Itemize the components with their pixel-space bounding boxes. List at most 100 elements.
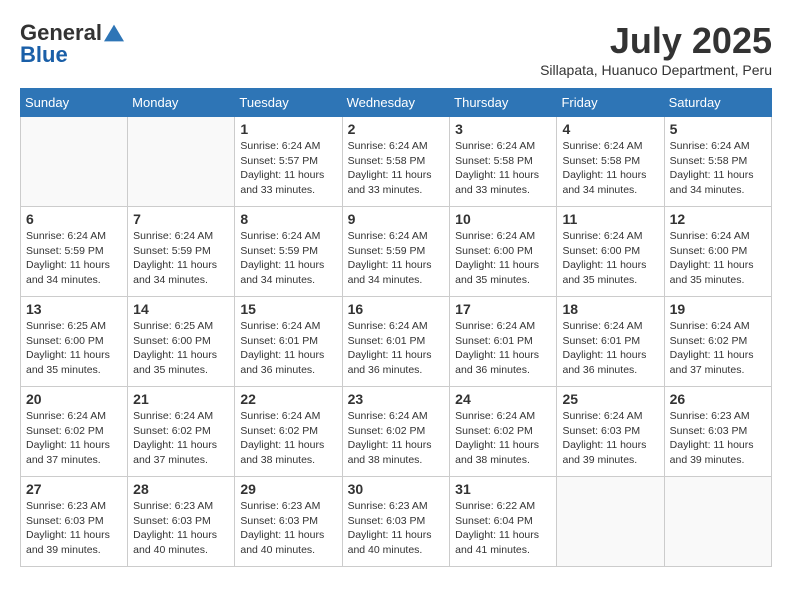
day-info: Sunrise: 6:24 AM Sunset: 5:59 PM Dayligh… <box>133 229 229 288</box>
day-info: Sunrise: 6:24 AM Sunset: 5:58 PM Dayligh… <box>455 139 551 198</box>
calendar-cell: 19 Sunrise: 6:24 AM Sunset: 6:02 PM Dayli… <box>664 297 771 387</box>
calendar-cell: 3 Sunrise: 6:24 AM Sunset: 5:58 PM Daylig… <box>450 117 557 207</box>
day-number: 1 <box>240 121 336 137</box>
day-info: Sunrise: 6:23 AM Sunset: 6:03 PM Dayligh… <box>348 499 445 558</box>
day-number: 21 <box>133 391 229 407</box>
day-info: Sunrise: 6:24 AM Sunset: 6:01 PM Dayligh… <box>348 319 445 378</box>
day-number: 3 <box>455 121 551 137</box>
calendar-week-1: 1 Sunrise: 6:24 AM Sunset: 5:57 PM Daylig… <box>21 117 772 207</box>
calendar-week-4: 20Sunrise: 6:24 AM Sunset: 6:02 PM Dayli… <box>21 387 772 477</box>
day-number: 17 <box>455 301 551 317</box>
day-info: Sunrise: 6:24 AM Sunset: 5:58 PM Dayligh… <box>562 139 658 198</box>
calendar-header-monday: Monday <box>128 89 235 117</box>
day-number: 25 <box>562 391 658 407</box>
day-info: Sunrise: 6:25 AM Sunset: 6:00 PM Dayligh… <box>133 319 229 378</box>
day-info: Sunrise: 6:24 AM Sunset: 6:03 PM Dayligh… <box>562 409 658 468</box>
calendar-cell: 25 Sunrise: 6:24 AM Sunset: 6:03 PM Dayli… <box>557 387 664 477</box>
day-number: 27 <box>26 481 122 497</box>
calendar-cell <box>128 117 235 207</box>
calendar-table: SundayMondayTuesdayWednesdayThursdayFrid… <box>20 88 772 567</box>
month-title: July 2025 <box>540 20 772 62</box>
title-section: July 2025 Sillapata, Huanuco Department,… <box>540 20 772 78</box>
day-number: 19 <box>670 301 766 317</box>
day-info: Sunrise: 6:24 AM Sunset: 5:57 PM Dayligh… <box>240 139 336 198</box>
calendar-header-row: SundayMondayTuesdayWednesdayThursdayFrid… <box>21 89 772 117</box>
day-number: 24 <box>455 391 551 407</box>
calendar-cell: 22 Sunrise: 6:24 AM Sunset: 6:02 PM Dayli… <box>235 387 342 477</box>
calendar-cell: 8 Sunrise: 6:24 AM Sunset: 5:59 PM Daylig… <box>235 207 342 297</box>
day-number: 13 <box>26 301 122 317</box>
calendar-cell: 18Sunrise: 6:24 AM Sunset: 6:01 PM Dayli… <box>557 297 664 387</box>
day-info: Sunrise: 6:23 AM Sunset: 6:03 PM Dayligh… <box>670 409 766 468</box>
calendar-cell: 26 Sunrise: 6:23 AM Sunset: 6:03 PM Dayli… <box>664 387 771 477</box>
calendar-cell: 29 Sunrise: 6:23 AM Sunset: 6:03 PM Dayli… <box>235 477 342 567</box>
day-info: Sunrise: 6:23 AM Sunset: 6:03 PM Dayligh… <box>26 499 122 558</box>
calendar-cell <box>664 477 771 567</box>
calendar-header-friday: Friday <box>557 89 664 117</box>
day-number: 7 <box>133 211 229 227</box>
calendar-cell: 11 Sunrise: 6:24 AM Sunset: 6:00 PM Dayli… <box>557 207 664 297</box>
calendar-cell: 23Sunrise: 6:24 AM Sunset: 6:02 PM Dayli… <box>342 387 450 477</box>
day-info: Sunrise: 6:24 AM Sunset: 5:58 PM Dayligh… <box>670 139 766 198</box>
calendar-cell: 9Sunrise: 6:24 AM Sunset: 5:59 PM Daylig… <box>342 207 450 297</box>
calendar-cell <box>557 477 664 567</box>
logo: General Blue <box>20 20 124 68</box>
calendar-cell <box>21 117 128 207</box>
day-info: Sunrise: 6:24 AM Sunset: 5:58 PM Dayligh… <box>348 139 445 198</box>
day-number: 26 <box>670 391 766 407</box>
day-number: 8 <box>240 211 336 227</box>
calendar-cell: 13 Sunrise: 6:25 AM Sunset: 6:00 PM Dayli… <box>21 297 128 387</box>
calendar-cell: 10 Sunrise: 6:24 AM Sunset: 6:00 PM Dayli… <box>450 207 557 297</box>
day-number: 5 <box>670 121 766 137</box>
calendar-cell: 30Sunrise: 6:23 AM Sunset: 6:03 PM Dayli… <box>342 477 450 567</box>
logo-icon <box>104 23 124 43</box>
day-info: Sunrise: 6:24 AM Sunset: 6:02 PM Dayligh… <box>133 409 229 468</box>
calendar-cell: 28Sunrise: 6:23 AM Sunset: 6:03 PM Dayli… <box>128 477 235 567</box>
day-info: Sunrise: 6:24 AM Sunset: 6:02 PM Dayligh… <box>240 409 336 468</box>
calendar-week-2: 6 Sunrise: 6:24 AM Sunset: 5:59 PM Daylig… <box>21 207 772 297</box>
page-header: General Blue July 2025 Sillapata, Huanuc… <box>20 20 772 78</box>
calendar-cell: 5 Sunrise: 6:24 AM Sunset: 5:58 PM Daylig… <box>664 117 771 207</box>
calendar-cell: 12Sunrise: 6:24 AM Sunset: 6:00 PM Dayli… <box>664 207 771 297</box>
calendar-cell: 2 Sunrise: 6:24 AM Sunset: 5:58 PM Daylig… <box>342 117 450 207</box>
calendar-header-sunday: Sunday <box>21 89 128 117</box>
calendar-cell: 14 Sunrise: 6:25 AM Sunset: 6:00 PM Dayli… <box>128 297 235 387</box>
calendar-week-3: 13 Sunrise: 6:25 AM Sunset: 6:00 PM Dayli… <box>21 297 772 387</box>
day-info: Sunrise: 6:24 AM Sunset: 6:02 PM Dayligh… <box>670 319 766 378</box>
calendar-cell: 7 Sunrise: 6:24 AM Sunset: 5:59 PM Daylig… <box>128 207 235 297</box>
day-number: 9 <box>348 211 445 227</box>
calendar-week-5: 27 Sunrise: 6:23 AM Sunset: 6:03 PM Dayli… <box>21 477 772 567</box>
day-number: 11 <box>562 211 658 227</box>
calendar-header-wednesday: Wednesday <box>342 89 450 117</box>
day-number: 14 <box>133 301 229 317</box>
calendar-cell: 1 Sunrise: 6:24 AM Sunset: 5:57 PM Daylig… <box>235 117 342 207</box>
day-number: 31 <box>455 481 551 497</box>
day-info: Sunrise: 6:24 AM Sunset: 5:59 PM Dayligh… <box>240 229 336 288</box>
day-number: 4 <box>562 121 658 137</box>
calendar-cell: 21 Sunrise: 6:24 AM Sunset: 6:02 PM Dayli… <box>128 387 235 477</box>
calendar-cell: 4 Sunrise: 6:24 AM Sunset: 5:58 PM Daylig… <box>557 117 664 207</box>
day-number: 2 <box>348 121 445 137</box>
day-info: Sunrise: 6:22 AM Sunset: 6:04 PM Dayligh… <box>455 499 551 558</box>
calendar-cell: 17Sunrise: 6:24 AM Sunset: 6:01 PM Dayli… <box>450 297 557 387</box>
day-number: 6 <box>26 211 122 227</box>
day-info: Sunrise: 6:24 AM Sunset: 6:00 PM Dayligh… <box>562 229 658 288</box>
day-info: Sunrise: 6:24 AM Sunset: 6:02 PM Dayligh… <box>455 409 551 468</box>
day-info: Sunrise: 6:23 AM Sunset: 6:03 PM Dayligh… <box>240 499 336 558</box>
logo-blue: Blue <box>20 42 68 68</box>
day-info: Sunrise: 6:24 AM Sunset: 6:02 PM Dayligh… <box>348 409 445 468</box>
calendar-cell: 24 Sunrise: 6:24 AM Sunset: 6:02 PM Dayli… <box>450 387 557 477</box>
day-info: Sunrise: 6:25 AM Sunset: 6:00 PM Dayligh… <box>26 319 122 378</box>
location: Sillapata, Huanuco Department, Peru <box>540 62 772 78</box>
day-number: 12 <box>670 211 766 227</box>
calendar-cell: 6 Sunrise: 6:24 AM Sunset: 5:59 PM Daylig… <box>21 207 128 297</box>
day-number: 16 <box>348 301 445 317</box>
day-info: Sunrise: 6:23 AM Sunset: 6:03 PM Dayligh… <box>133 499 229 558</box>
day-number: 22 <box>240 391 336 407</box>
calendar-cell: 27 Sunrise: 6:23 AM Sunset: 6:03 PM Dayli… <box>21 477 128 567</box>
day-number: 10 <box>455 211 551 227</box>
day-number: 29 <box>240 481 336 497</box>
day-info: Sunrise: 6:24 AM Sunset: 6:00 PM Dayligh… <box>455 229 551 288</box>
day-info: Sunrise: 6:24 AM Sunset: 5:59 PM Dayligh… <box>26 229 122 288</box>
day-info: Sunrise: 6:24 AM Sunset: 6:02 PM Dayligh… <box>26 409 122 468</box>
